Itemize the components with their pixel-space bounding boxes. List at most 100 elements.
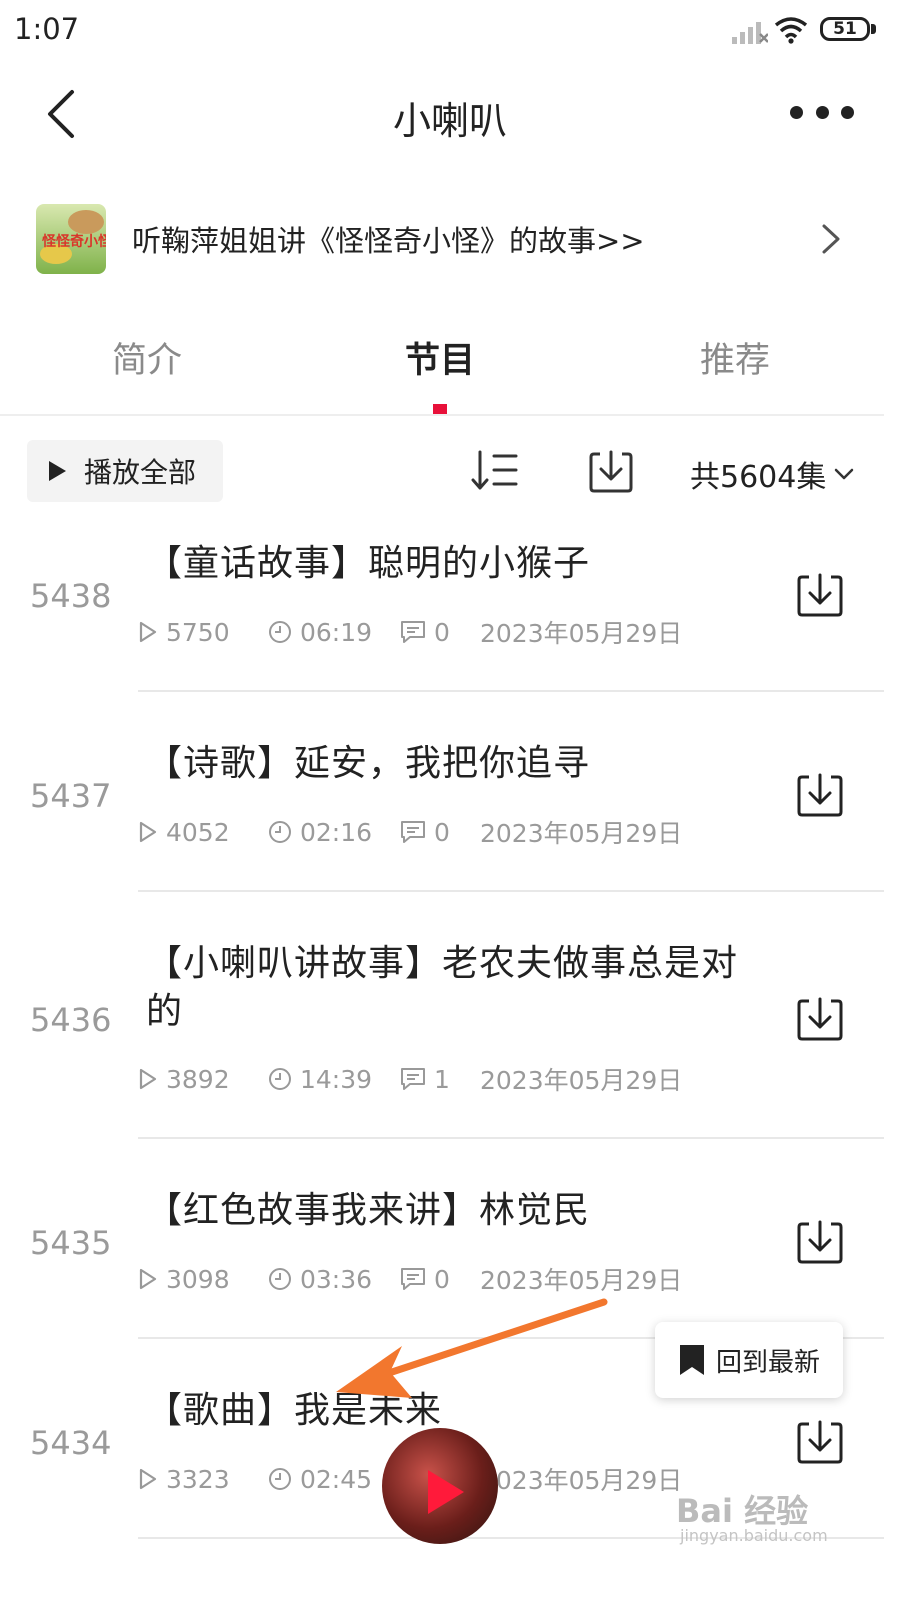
download-button[interactable] — [796, 572, 844, 618]
comment-count: 0 — [400, 618, 480, 647]
album-cover-text: 怪怪奇小怪 — [42, 233, 106, 250]
comment-icon — [401, 621, 425, 643]
comment-count-value: 1 — [434, 1064, 450, 1094]
battery-tip — [871, 24, 876, 34]
episode-title[interactable]: 【童话故事】聪明的小猴子 — [146, 540, 766, 588]
play-count-icon — [139, 1468, 157, 1490]
list-divider — [138, 690, 884, 692]
list-divider — [138, 890, 884, 892]
clock-icon — [269, 621, 291, 643]
duration: 02:45 — [268, 1465, 400, 1494]
play-count-icon — [139, 1268, 157, 1290]
play-count: 3892 — [138, 1065, 268, 1094]
back-to-latest-label: 回到最新 — [715, 1347, 820, 1378]
download-button[interactable] — [796, 1219, 844, 1265]
episode-count-selector[interactable]: 共5604集 — [690, 452, 854, 496]
back-to-latest-button[interactable]: 回到最新 — [655, 1322, 843, 1398]
sort-order-button[interactable] — [470, 450, 518, 492]
duration: 02:16 — [268, 818, 400, 847]
download-icon — [797, 997, 843, 1041]
play-count: 3323 — [138, 1465, 268, 1494]
episode-count-label: 共5604集 — [690, 460, 827, 495]
tab-recommend[interactable]: 推荐 — [635, 332, 835, 383]
clock-icon — [269, 1468, 291, 1490]
tab-programs[interactable]: 节目 — [340, 332, 540, 383]
episode-date: 2023年05月29日 — [480, 1066, 683, 1095]
comment-count: 1 — [400, 1065, 480, 1094]
download-button[interactable] — [796, 772, 844, 818]
episode-number: 5435 — [30, 1224, 112, 1262]
comment-icon — [401, 1268, 425, 1290]
clock-icon — [269, 821, 291, 843]
episode-title[interactable]: 【红色故事我来讲】林觉民 — [146, 1187, 766, 1235]
comment-count-value: 0 — [434, 1264, 450, 1294]
episode-meta: 5750 06:19 0 2023年05月29日 — [138, 614, 682, 650]
comment-icon — [401, 821, 425, 843]
episode-date: 2023年05月29日 — [480, 619, 683, 648]
duration-value: 06:19 — [300, 617, 373, 647]
more-dot-icon — [790, 105, 803, 119]
duration: 06:19 — [268, 618, 400, 647]
episode-meta: 4052 02:16 0 2023年05月29日 — [138, 814, 682, 850]
more-dot-icon — [841, 105, 854, 119]
duration-value: 02:45 — [300, 1464, 373, 1494]
clock-icon — [269, 1268, 291, 1290]
play-count-value: 4052 — [166, 817, 230, 847]
play-count-value: 5750 — [166, 617, 230, 647]
battery-icon: 51 — [820, 17, 870, 41]
chevron-down-icon — [835, 468, 854, 480]
episode-meta: 3892 14:39 1 2023年05月29日 — [138, 1061, 682, 1097]
more-dot-icon — [815, 105, 829, 119]
tab-intro[interactable]: 简介 — [47, 332, 247, 383]
play-count: 4052 — [138, 818, 268, 847]
duration-value: 02:16 — [300, 817, 373, 847]
album-link-text[interactable]: 听鞠萍姐姐讲《怪怪奇小怪》的故事>> — [132, 218, 645, 260]
episode-number: 5437 — [30, 777, 112, 815]
download-button[interactable] — [796, 996, 844, 1042]
wifi-icon — [774, 17, 808, 44]
play-count-value: 3323 — [166, 1464, 230, 1494]
comment-icon — [401, 1068, 425, 1090]
episode-date: 2023年05月29日 — [480, 1466, 683, 1495]
play-count: 5750 — [138, 618, 268, 647]
duration-value: 03:36 — [300, 1264, 373, 1294]
play-count-icon — [139, 1068, 157, 1090]
episode-title[interactable]: 【诗歌】延安，我把你追寻 — [146, 740, 766, 788]
download-button[interactable] — [796, 1419, 844, 1465]
comment-count: 0 — [400, 818, 480, 847]
tab-active-indicator — [433, 404, 447, 414]
play-all-label: 播放全部 — [84, 456, 197, 489]
page-title: 小喇叭 — [392, 99, 507, 143]
watermark-url: jingyan.baidu.com — [680, 1526, 828, 1545]
episode-number: 5434 — [30, 1424, 112, 1462]
album-cover[interactable]: 怪怪奇小怪 — [36, 204, 106, 274]
batch-download-button[interactable] — [588, 448, 634, 494]
signal-icon — [732, 22, 768, 44]
play-count-icon — [139, 621, 157, 643]
download-icon — [797, 1420, 843, 1464]
episode-number: 5438 — [30, 577, 112, 615]
play-count: 3098 — [138, 1265, 268, 1294]
download-icon — [797, 573, 843, 617]
status-time: 1:07 — [14, 12, 80, 46]
bookmark-icon — [679, 1345, 704, 1375]
episode-meta: 3098 03:36 0 2023年05月29日 — [138, 1261, 682, 1297]
comment-count-value: 0 — [434, 817, 450, 847]
mini-player-play-icon[interactable] — [428, 1470, 464, 1514]
play-icon — [49, 461, 66, 481]
download-icon — [797, 1220, 843, 1264]
download-icon — [797, 773, 843, 817]
play-all-button[interactable]: 播放全部 — [27, 440, 223, 502]
clock-icon — [269, 1068, 291, 1090]
duration-value: 14:39 — [300, 1064, 373, 1094]
duration: 14:39 — [268, 1065, 400, 1094]
more-options-button[interactable] — [790, 100, 854, 124]
list-divider — [138, 1137, 884, 1139]
comment-count: 0 — [400, 1265, 480, 1294]
play-count-icon — [139, 821, 157, 843]
episode-title[interactable]: 【小喇叭讲故事】老农夫做事总是对的 — [146, 940, 766, 1036]
comment-count-value: 0 — [434, 617, 450, 647]
episode-date: 2023年05月29日 — [480, 819, 683, 848]
episode-number: 5436 — [30, 1001, 112, 1039]
chevron-right-icon[interactable] — [820, 222, 842, 256]
